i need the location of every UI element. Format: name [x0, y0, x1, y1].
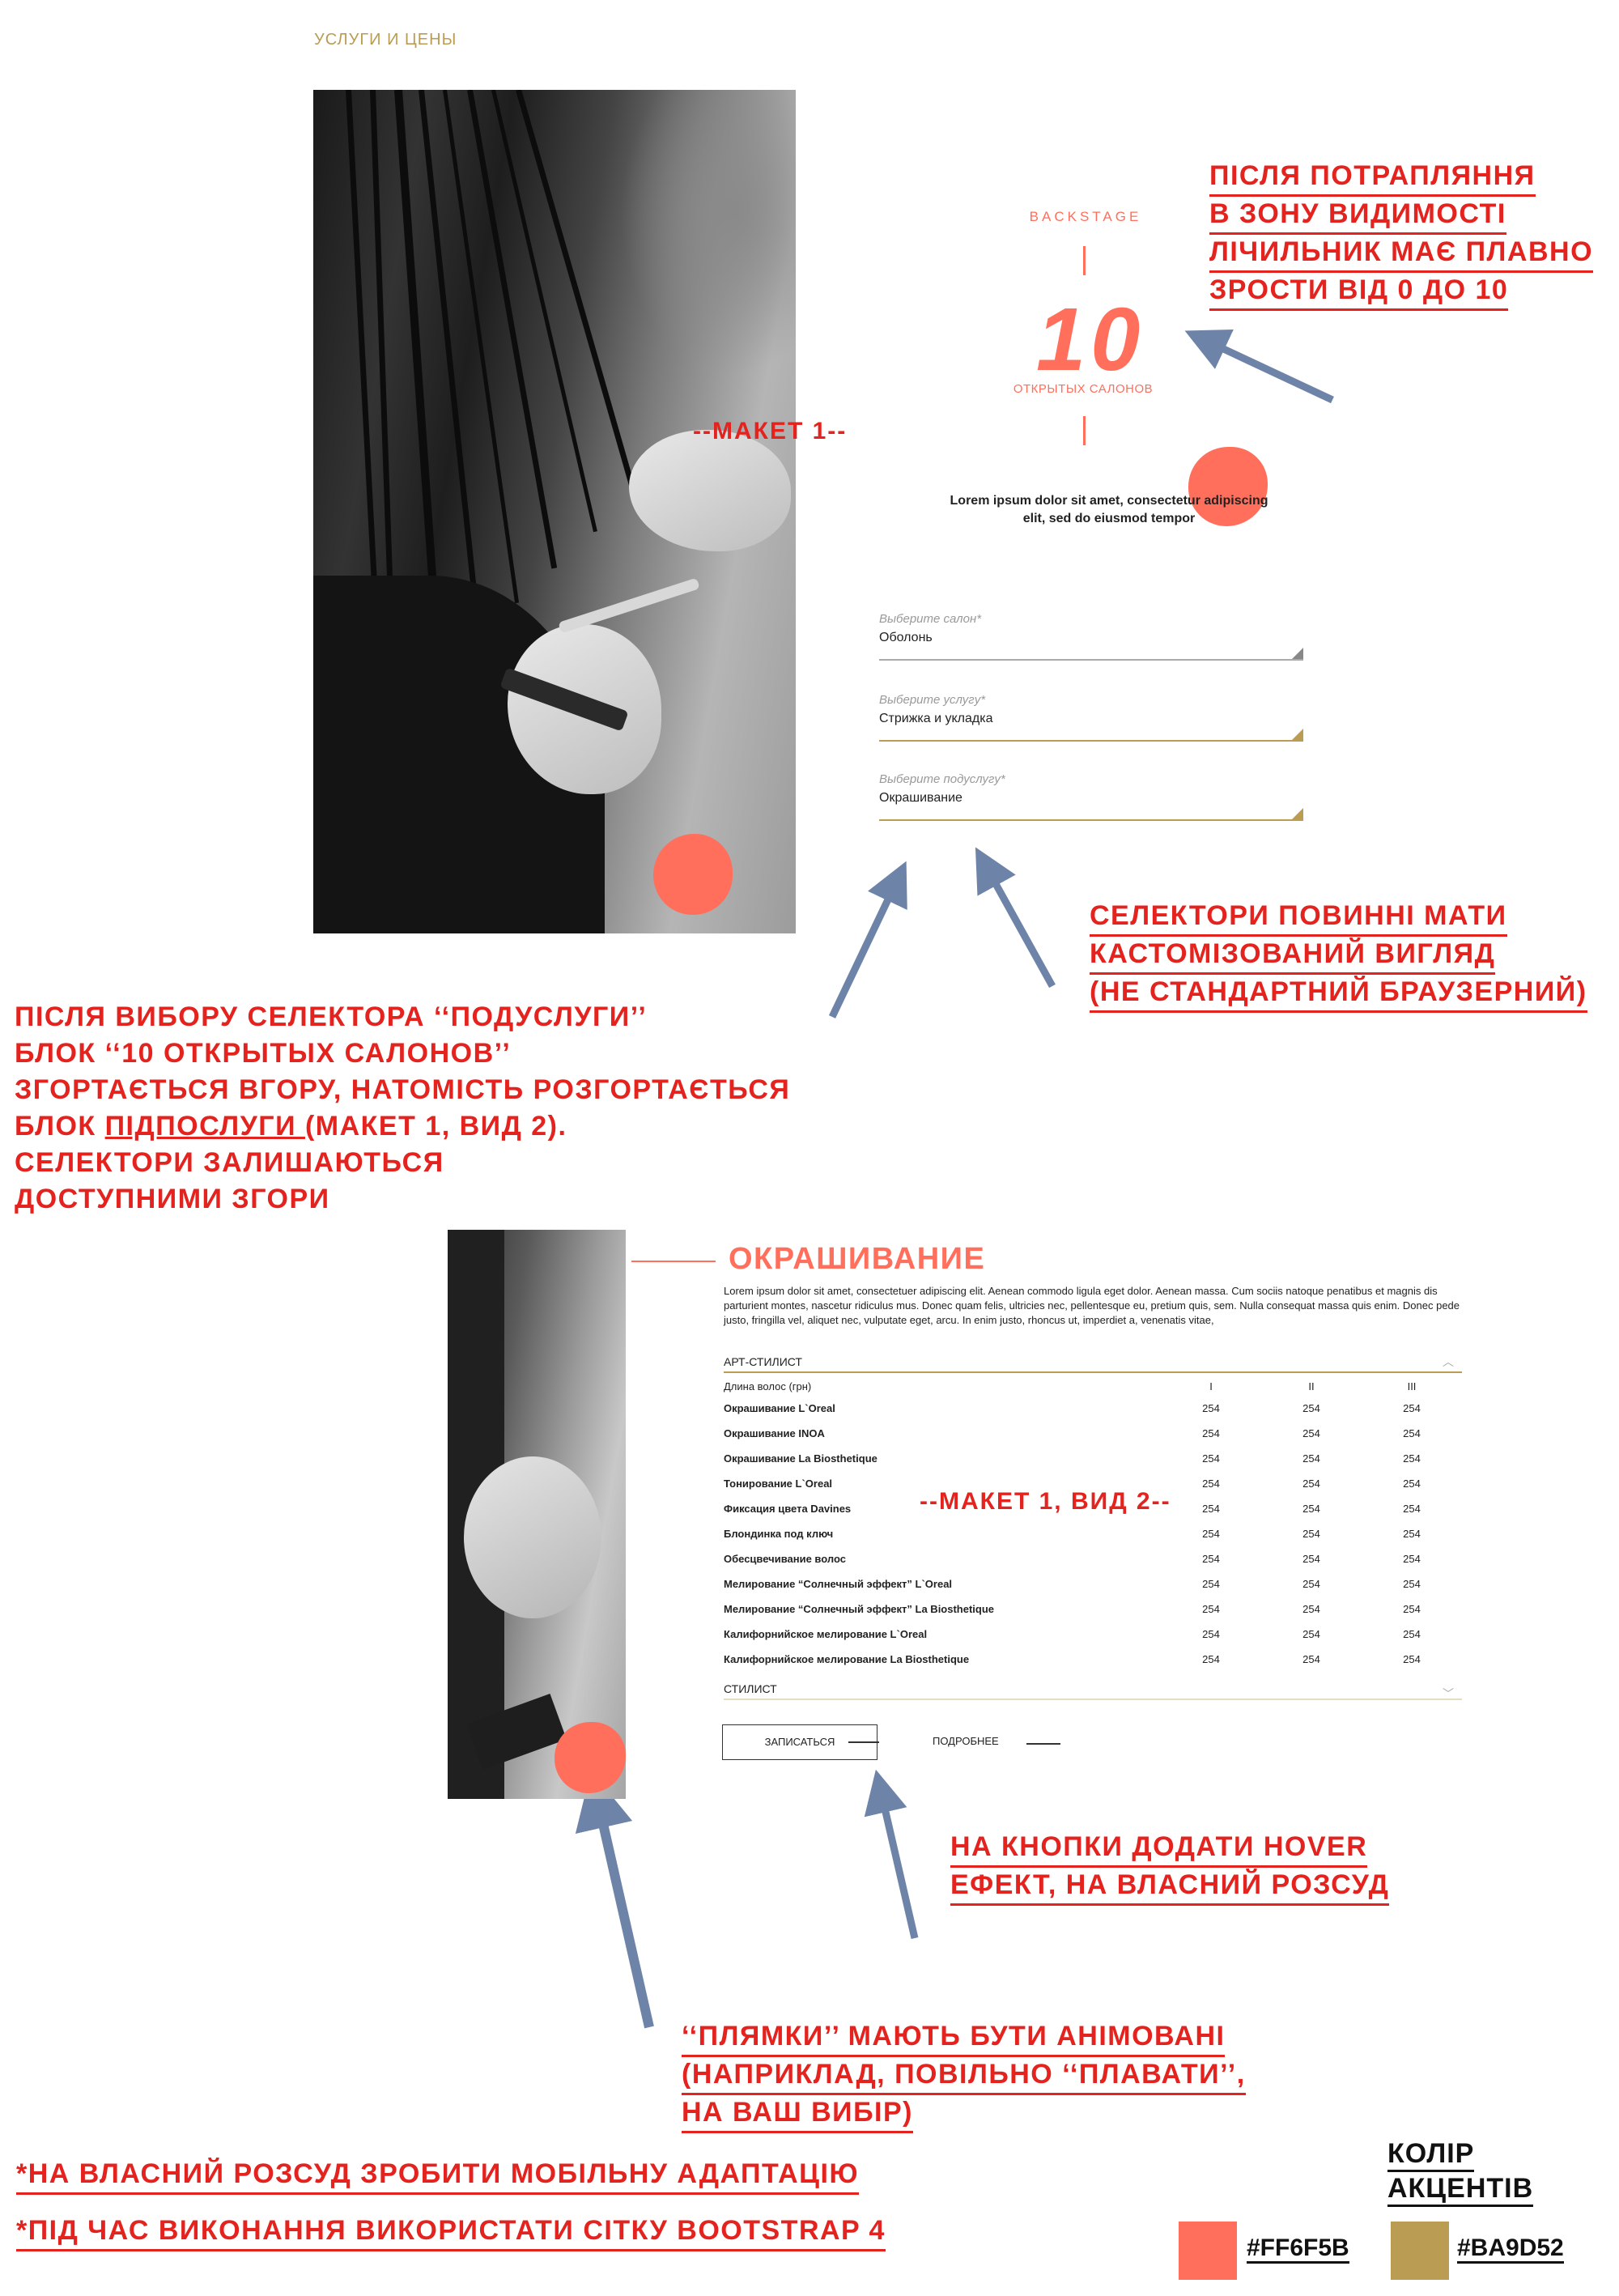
arrow-to-button: [864, 1769, 919, 1940]
mobile-annotation: *НА ВЛАСНИЙ РОЗСУД ЗРОБИТИ МОБІЛЬНУ АДАП…: [16, 2157, 860, 2203]
accent-colors-title: КОЛІР АКЦЕНТІВ: [1387, 2137, 1534, 2207]
price-cell: 254: [1403, 1553, 1421, 1565]
service-description: Lorem ipsum dolor sit amet, consectetuer…: [724, 1285, 1460, 1326]
category-stylist[interactable]: СТИЛИСТ ﹀: [724, 1682, 1462, 1700]
price-cell: 254: [1302, 1653, 1320, 1665]
arrow-to-selector: [975, 847, 1056, 989]
service-name: Калифорнийское мелирование L`Oreal: [724, 1628, 928, 1640]
title-decor-line: [631, 1261, 716, 1262]
table-row: Обесцвечивание волос 254 254 254: [724, 1546, 1462, 1571]
accent-swatch-coral: [1179, 2222, 1237, 2280]
price-cell: 254: [1202, 1653, 1220, 1665]
accent-swatch-gold: [1391, 2222, 1449, 2280]
arrow-to-counter: [1184, 330, 1334, 404]
button-decor-line: [848, 1741, 879, 1743]
category-underline: [724, 1699, 1462, 1700]
table-row: Мелирование “Солнечный эффект” La Biosth…: [724, 1597, 1462, 1622]
price-cell: 254: [1403, 1427, 1421, 1439]
price-cell: 254: [1202, 1402, 1220, 1414]
price-cell: 254: [1403, 1603, 1421, 1615]
more-button[interactable]: ПОДРОБНЕЕ: [933, 1735, 999, 1747]
button-decor-line: [1026, 1743, 1060, 1745]
service-name: Обесцвечивание волос: [724, 1553, 846, 1565]
price-cell: 254: [1202, 1528, 1220, 1540]
service-photo: [448, 1230, 626, 1799]
category-label: СТИЛИСТ: [724, 1682, 777, 1695]
service-name: Блондинка под ключ: [724, 1528, 834, 1540]
service-name: Окрашивание L`Oreal: [724, 1402, 835, 1414]
service-name: Калифорнийское мелирование La Biosthetiq…: [724, 1653, 970, 1665]
accent-hex-gold: #BA9D52: [1457, 2234, 1564, 2264]
table-row: Окрашивание L`Oreal 254 254 254: [724, 1396, 1462, 1421]
service-name: Мелирование “Солнечный эффект” La Biosth…: [724, 1603, 995, 1615]
category-underline: [724, 1371, 1462, 1373]
price-cell: 254: [1302, 1452, 1320, 1465]
chevron-down-icon: ﹀: [1443, 1687, 1454, 1700]
table-row: Калифорнийское мелирование L`Oreal 254 254…: [724, 1622, 1462, 1647]
price-cell: 254: [1403, 1402, 1421, 1414]
category-art-stylist[interactable]: АРТ-СТИЛИСТ ︿: [724, 1355, 1462, 1373]
price-cell: 254: [1202, 1553, 1220, 1565]
service-name: Окрашивание La Biosthetique: [724, 1452, 877, 1465]
price-cell: 254: [1403, 1478, 1421, 1490]
service-name: Мелирование “Солнечный эффект” L`Oreal: [724, 1578, 953, 1590]
annotation-line: (НАПРИКЛАД, ПОВІЛЬНО ‘‘ПЛАВАТИ’’,: [682, 2057, 1246, 2095]
price-cell: 254: [1202, 1628, 1220, 1640]
price-table: Длина волос (грн) I II III Окрашивание L…: [724, 1376, 1462, 1672]
price-cell: 254: [1202, 1578, 1220, 1590]
service-name: Окрашивание INOA: [724, 1427, 825, 1439]
price-cell: 254: [1302, 1503, 1320, 1515]
price-cell: 254: [1302, 1478, 1320, 1490]
price-cell: 254: [1202, 1452, 1220, 1465]
annotation-line: НА ВАШ ВИБІР): [682, 2095, 913, 2133]
accent-hex-coral: #FF6F5B: [1247, 2234, 1349, 2264]
table-row: Блондинка под ключ 254 254 254: [724, 1521, 1462, 1546]
price-cell: 254: [1202, 1478, 1220, 1490]
price-cell: 254: [1403, 1503, 1421, 1515]
table-row: Калифорнийское мелирование La Biosthetiq…: [724, 1647, 1462, 1672]
price-cell: 254: [1302, 1402, 1320, 1414]
blobs-annotation: ‘‘ПЛЯМКИ’’ МАЮТЬ БУТИ АНІМОВАНІ (НАПРИКЛ…: [682, 2019, 1246, 2141]
price-cell: 254: [1403, 1653, 1421, 1665]
table-header-cell: II: [1308, 1380, 1315, 1392]
price-cell: 254: [1403, 1452, 1421, 1465]
layout-label: --МАКЕТ 1, ВИД 2--: [920, 1488, 1171, 1515]
price-cell: 254: [1403, 1578, 1421, 1590]
service-title: ОКРАШИВАНИЕ: [729, 1242, 986, 1276]
accent-title-line: АКЦЕНТІВ: [1387, 2172, 1534, 2207]
table-row: Окрашивание La Biosthetique 254 254 254: [724, 1446, 1462, 1471]
category-label: АРТ-СТИЛИСТ: [724, 1355, 802, 1368]
bootstrap-annotation: *ПІД ЧАС ВИКОНАННЯ ВИКОРИСТАТИ СІТКУ BOO…: [16, 2213, 886, 2260]
annotation-line: НА КНОПКИ ДОДАТИ HOVER: [950, 1830, 1368, 1868]
price-cell: 254: [1403, 1628, 1421, 1640]
table-row: Мелирование “Солнечный эффект” L`Oreal 25…: [724, 1571, 1462, 1597]
annotation-arrows: [575, 330, 1334, 2029]
table-row: Окрашивание INOA 254 254 254: [724, 1421, 1462, 1446]
price-cell: 254: [1302, 1528, 1320, 1540]
arrow-to-blob: [575, 1770, 654, 2029]
annotation-line: ЕФЕКТ, НА ВЛАСНИЙ РОЗСУД: [950, 1868, 1390, 1906]
table-header-cell: I: [1209, 1380, 1213, 1392]
arrow-to-selector: [828, 861, 907, 1018]
accent-title-line: КОЛІР: [1387, 2137, 1475, 2172]
table-header-row: Длина волос (грн) I II III: [724, 1376, 1462, 1396]
table-header-cell: III: [1407, 1380, 1417, 1392]
table-header-cell: Длина волос (грн): [724, 1380, 812, 1392]
animated-blob: [555, 1722, 626, 1793]
price-cell: 254: [1302, 1628, 1320, 1640]
price-cell: 254: [1202, 1603, 1220, 1615]
hover-annotation: НА КНОПКИ ДОДАТИ HOVER ЕФЕКТ, НА ВЛАСНИЙ…: [950, 1830, 1390, 1914]
price-cell: 254: [1302, 1427, 1320, 1439]
annotation-line: ‘‘ПЛЯМКИ’’ МАЮТЬ БУТИ АНІМОВАНІ: [682, 2019, 1226, 2057]
price-cell: 254: [1302, 1553, 1320, 1565]
chevron-up-icon: ︿: [1443, 1355, 1454, 1368]
price-cell: 254: [1202, 1427, 1220, 1439]
price-cell: 254: [1302, 1603, 1320, 1615]
price-cell: 254: [1302, 1578, 1320, 1590]
price-cell: 254: [1403, 1528, 1421, 1540]
price-cell: 254: [1202, 1503, 1220, 1515]
